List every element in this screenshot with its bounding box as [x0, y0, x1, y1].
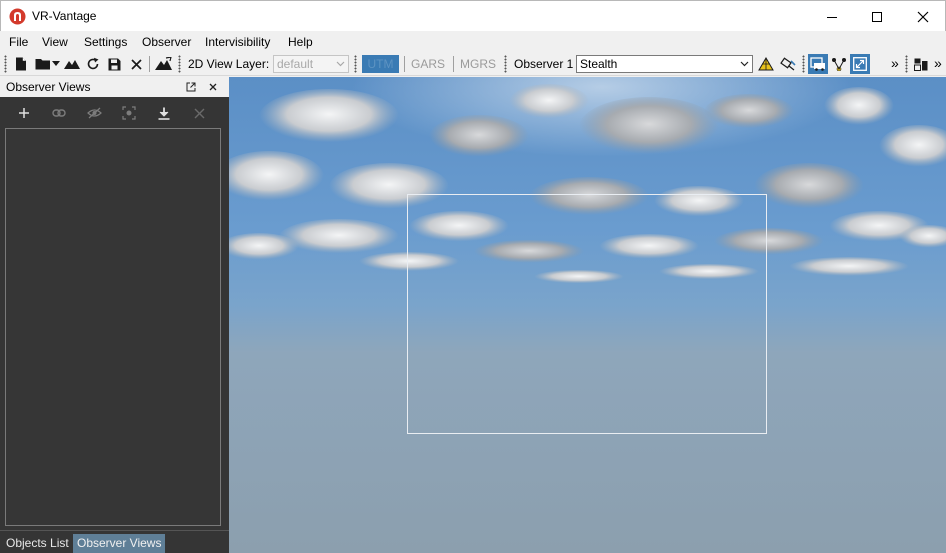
hide-view-button[interactable]: [85, 104, 103, 122]
main-toolbar: 2D View Layer: default UTM GARS MGRS Obs…: [0, 52, 946, 76]
vr-vantage-logo-icon: [9, 8, 26, 25]
layout-button[interactable]: [912, 55, 930, 73]
fit-view-toggle[interactable]: [850, 54, 870, 74]
capture-view-button[interactable]: [120, 104, 138, 122]
observer-terrain-button[interactable]: [756, 55, 776, 73]
pyramid-icon: [758, 57, 774, 71]
utm-grid-button[interactable]: UTM: [362, 55, 399, 73]
save-icon: [108, 58, 120, 70]
view-layer-select[interactable]: default: [273, 55, 349, 73]
menu-file[interactable]: File: [9, 35, 28, 49]
observer-views-list[interactable]: [5, 128, 221, 526]
menu-view[interactable]: View: [42, 35, 68, 49]
toolbar-separator: [453, 56, 454, 72]
close-scenario-button[interactable]: [127, 55, 145, 73]
observer-label: Observer 1: [514, 57, 574, 71]
maximize-icon: [872, 11, 882, 22]
download-icon: [158, 107, 170, 120]
vehicle-icon: [810, 57, 825, 71]
satellite-icon: [780, 57, 796, 71]
folder-icon: [35, 59, 50, 70]
observer-mode-select[interactable]: Stealth: [576, 55, 753, 73]
tab-objects-list[interactable]: Objects List: [2, 534, 73, 553]
focus-target-icon: [122, 106, 136, 120]
close-icon: [194, 108, 204, 118]
close-icon: [917, 11, 929, 22]
toolbar-grip[interactable]: [354, 55, 357, 73]
chevron-down-icon: [740, 61, 749, 67]
network-view-button[interactable]: [830, 55, 848, 73]
observer-views-panel: Observer Views Objects List Observer Vie…: [0, 77, 229, 553]
delete-view-button[interactable]: [190, 104, 208, 122]
menu-intervisibility[interactable]: Intervisibility: [205, 35, 270, 49]
terrain-button[interactable]: [63, 55, 81, 73]
toolbar-separator: [149, 56, 150, 72]
observer-mode-value: Stealth: [580, 57, 618, 71]
close-icon: [130, 58, 142, 70]
view-layer-label: 2D View Layer:: [188, 57, 270, 71]
menu-help[interactable]: Help: [288, 35, 313, 49]
chevron-down-icon: [51, 61, 60, 66]
download-view-button[interactable]: [155, 104, 173, 122]
minimize-icon: [827, 16, 837, 18]
toolbar-grip[interactable]: [802, 55, 805, 73]
eye-slash-icon: [86, 107, 102, 119]
tab-observer-views[interactable]: Observer Views: [73, 534, 166, 553]
link-view-button[interactable]: [50, 104, 68, 122]
terrain-edit-button[interactable]: [154, 55, 174, 73]
panel-title-bar: Observer Views: [0, 77, 229, 97]
close-panel-button[interactable]: [206, 80, 220, 94]
reload-button[interactable]: [84, 55, 102, 73]
toolbar-grip[interactable]: [504, 55, 507, 73]
panel-title: Observer Views: [6, 80, 91, 94]
menu-settings[interactable]: Settings: [84, 35, 127, 49]
close-window-button[interactable]: [900, 1, 946, 32]
toolbar-grip[interactable]: [905, 55, 908, 73]
maximize-button[interactable]: [854, 1, 900, 32]
open-scenario-button[interactable]: [32, 55, 62, 73]
plus-icon: [19, 108, 29, 118]
vehicle-view-toggle[interactable]: [808, 54, 828, 74]
mountain-icon: [64, 60, 80, 69]
new-document-icon: [16, 57, 26, 71]
save-button[interactable]: [105, 55, 123, 73]
mgrs-grid-button[interactable]: MGRS: [458, 55, 498, 73]
panel-tab-bar: Objects List Observer Views: [0, 530, 229, 553]
panel-toolbar: [0, 97, 229, 127]
new-scenario-button[interactable]: [12, 55, 30, 73]
popout-icon: [186, 82, 196, 92]
scene-viewport[interactable]: [229, 77, 946, 553]
undock-button[interactable]: [184, 80, 198, 94]
toolbar-grip[interactable]: [4, 55, 7, 73]
add-view-button[interactable]: [15, 104, 33, 122]
close-icon: [209, 83, 217, 91]
terrain-edit-icon: [155, 57, 172, 70]
network-icon: [832, 58, 846, 71]
gars-grid-button[interactable]: GARS: [409, 55, 447, 73]
toolbar-overflow-button[interactable]: »: [891, 55, 899, 71]
link-icon: [52, 109, 66, 117]
menu-observer[interactable]: Observer: [142, 35, 191, 49]
view-layer-value: default: [277, 57, 314, 71]
layout-panels-icon: [914, 58, 928, 71]
toolbar-separator: [404, 56, 405, 72]
observer-attach-button[interactable]: [778, 55, 798, 73]
observer-view-frame[interactable]: [407, 194, 767, 434]
toolbar-grip[interactable]: [178, 55, 181, 73]
window-title: VR-Vantage: [32, 9, 97, 23]
chevron-down-icon: [336, 61, 345, 67]
title-bar: VR-Vantage: [0, 0, 946, 31]
refresh-icon: [87, 57, 99, 70]
minimize-button[interactable]: [809, 1, 855, 32]
menu-bar: File View Settings Observer Intervisibil…: [0, 31, 946, 52]
toolbar-overflow-button-2[interactable]: »: [934, 55, 942, 71]
fit-to-window-icon: [853, 57, 867, 71]
